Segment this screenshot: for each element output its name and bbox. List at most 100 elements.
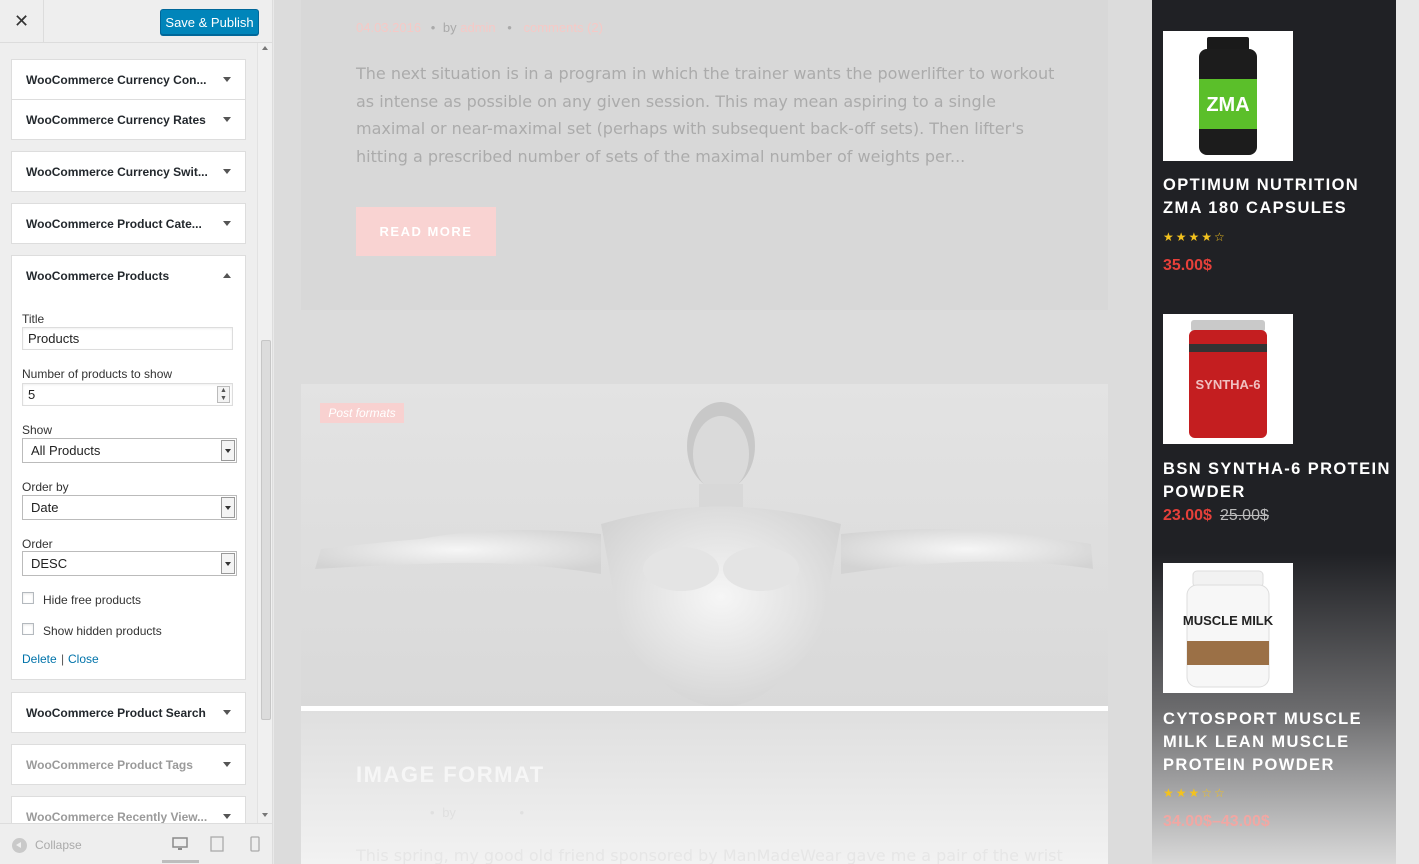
zma-label: ZMA (1206, 94, 1249, 116)
price-current: 34.00$–43.00$ (1163, 813, 1270, 830)
mobile-preview-icon[interactable] (247, 836, 263, 852)
orderby-select[interactable]: Date (22, 495, 237, 520)
customizer-footer: Collapse (0, 823, 272, 864)
order-select[interactable]: DESC (22, 551, 237, 576)
post-hero-image[interactable] (301, 384, 1108, 707)
post-by: by (442, 805, 456, 820)
collapse-icon (12, 837, 27, 853)
product-title[interactable]: OPTIMUM NUTRITION ZMA 180 CAPSULES (1163, 174, 1393, 220)
muscle-milk-label: MUSCLE MILK (1183, 613, 1274, 628)
scroll-down-icon[interactable] (262, 813, 268, 817)
show-value: All Products (31, 443, 101, 458)
widgets-panel[interactable]: WooCommerce Currency Con... WooCommerce … (0, 43, 257, 823)
product-image[interactable]: SYNTHA-6 (1163, 314, 1293, 444)
close-customizer-button[interactable]: ✕ (0, 0, 44, 43)
section-product-tags[interactable]: WooCommerce Product Tags (11, 744, 246, 785)
products-widget: ZMA OPTIMUM NUTRITION ZMA 180 CAPSULES ★… (1152, 0, 1396, 864)
show-select[interactable]: All Products (22, 438, 237, 463)
section-label: WooCommerce Currency Rates (26, 112, 206, 127)
title-label: Title (22, 312, 45, 326)
desktop-preview-icon[interactable] (172, 836, 188, 852)
chevron-down-icon (223, 220, 231, 226)
post-excerpt-2: This spring, my good old friend sponsore… (356, 846, 1063, 864)
sidebar-scrollbar[interactable] (257, 43, 272, 823)
zma-bottle-image: ZMA (1199, 37, 1257, 155)
tablet-preview-icon[interactable] (209, 836, 225, 852)
read-more-button[interactable]: READ MORE (356, 207, 496, 256)
product-image[interactable]: ZMA (1163, 31, 1293, 161)
product-title[interactable]: CYTOSPORT MUSCLE MILK LEAN MUSCLE PROTEI… (1163, 708, 1393, 777)
athlete-image (315, 402, 1093, 707)
show-hidden-checkbox[interactable] (22, 623, 34, 635)
section-currency-rates[interactable]: WooCommerce Currency Rates (11, 99, 246, 140)
order-value: DESC (31, 556, 68, 571)
section-label: WooCommerce Products (26, 268, 170, 283)
post-title[interactable]: IMAGE FORMAT (356, 762, 545, 788)
dropdown-arrow-icon (221, 440, 235, 461)
title-input[interactable]: Products (22, 327, 233, 350)
customizer-sidebar: ✕ Save & Publish WooCommerce Currency Co… (0, 0, 273, 864)
scrollbar-thumb[interactable] (261, 340, 271, 720)
section-recently-viewed[interactable]: WooCommerce Recently View... (11, 796, 246, 823)
rating-stars: ★★★★☆ (1163, 230, 1227, 244)
chevron-down-icon (223, 813, 231, 819)
preview-margin (1396, 0, 1419, 864)
post-excerpt: The next situation is in a program in wh… (356, 64, 1055, 166)
count-input[interactable]: 5 ▲ ▼ (22, 383, 233, 406)
section-products[interactable]: WooCommerce Products (11, 255, 246, 296)
collapse-button[interactable]: Collapse (12, 836, 82, 854)
post-meta-2: • by • (430, 805, 525, 820)
post-by: by (442, 20, 457, 35)
hide-free-label: Hide free products (43, 593, 142, 607)
dropdown-arrow-icon (221, 497, 235, 518)
orderby-label: Order by (22, 480, 69, 494)
price-old: 25.00$ (1219, 507, 1269, 524)
close-link[interactable]: Close (68, 652, 99, 666)
chevron-down-icon (223, 761, 231, 767)
price-current: 35.00$ (1163, 257, 1212, 274)
show-label: Show (22, 423, 53, 437)
chevron-down-icon (223, 116, 231, 122)
post-format-badge[interactable]: Post formats (320, 403, 404, 423)
post-meta: 04.03.2016 • by admin • comments (2) (356, 20, 603, 35)
muscle-milk-tub-image: MUSCLE MILK (1183, 570, 1274, 688)
site-preview[interactable]: 04.03.2016 • by admin • comments (2) The… (274, 0, 1419, 864)
collapse-label: Collapse (35, 838, 82, 852)
customizer-header: ✕ Save & Publish (0, 0, 272, 43)
section-product-categories[interactable]: WooCommerce Product Cate... (11, 203, 246, 244)
section-label: WooCommerce Product Cate... (26, 216, 202, 231)
section-label: WooCommerce Currency Swit... (26, 164, 208, 179)
section-currency-switcher[interactable]: WooCommerce Currency Swit... (11, 151, 246, 192)
order-label: Order (22, 537, 53, 551)
close-icon: ✕ (13, 11, 30, 31)
chevron-up-icon (223, 272, 231, 278)
link-separator: | (61, 652, 65, 666)
count-value: 5 (28, 387, 36, 402)
product-price: 23.00$ 25.00$ (1163, 507, 1269, 525)
count-label: Number of products to show (22, 367, 173, 381)
section-currency-converter[interactable]: WooCommerce Currency Con... (11, 59, 246, 100)
price-current: 23.00$ (1163, 507, 1212, 524)
syntha6-tub-image: SYNTHA-6 (1189, 320, 1267, 438)
post-date[interactable]: 04.03.2016 (356, 20, 421, 35)
section-label: WooCommerce Currency Con... (26, 72, 207, 87)
chevron-down-icon (223, 168, 231, 174)
product-image[interactable]: MUSCLE MILK (1163, 563, 1293, 693)
save-publish-button[interactable]: Save & Publish (160, 9, 259, 35)
number-spinner-icon[interactable]: ▲ ▼ (217, 386, 230, 403)
post-comments[interactable]: comments (2) (523, 20, 602, 35)
hide-free-checkbox[interactable] (22, 592, 34, 604)
show-hidden-label: Show hidden products (43, 624, 162, 638)
syntha-label: SYNTHA-6 (1195, 377, 1260, 392)
scroll-up-icon[interactable] (262, 46, 268, 50)
delete-link[interactable]: Delete (22, 652, 57, 666)
dropdown-arrow-icon (221, 553, 235, 574)
post-author[interactable]: admin (460, 20, 495, 35)
section-label: WooCommerce Product Search (26, 705, 206, 720)
product-title[interactable]: BSN SYNTHA-6 PROTEIN POWDER (1163, 458, 1393, 504)
chevron-down-icon (223, 709, 231, 715)
section-product-search[interactable]: WooCommerce Product Search (11, 692, 246, 733)
product-price: 35.00$ (1163, 257, 1212, 275)
rating-stars: ★★★☆☆ (1163, 786, 1227, 800)
products-widget-form: Title Products Number of products to sho… (11, 295, 246, 680)
